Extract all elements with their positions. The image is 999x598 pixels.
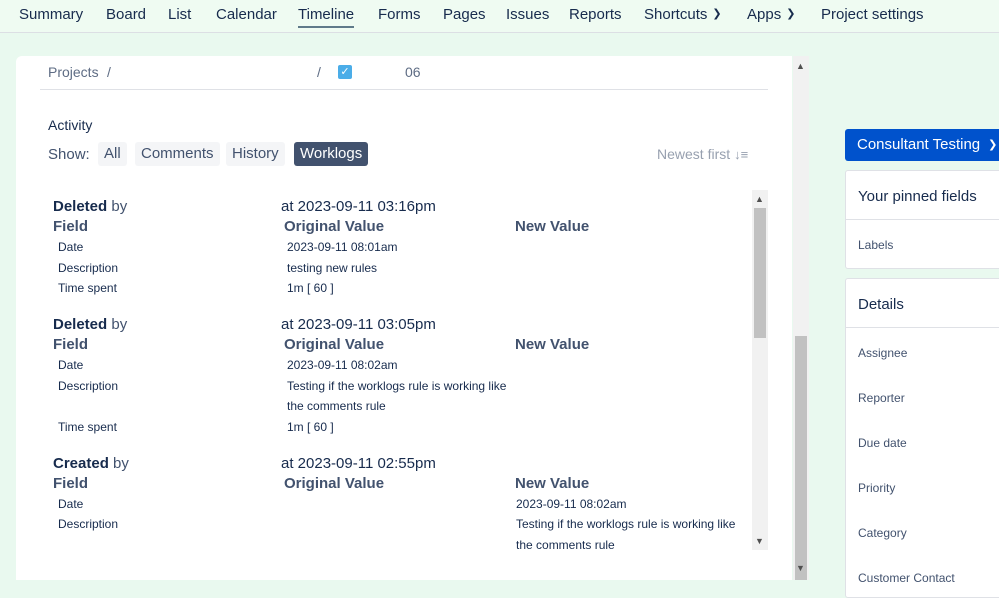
details-heading[interactable]: Details <box>858 296 904 313</box>
nav-summary[interactable]: Summary <box>19 6 83 23</box>
scroll-up-arrow-icon[interactable]: ▲ <box>796 61 805 71</box>
history-timestamp: at 2023-09-11 03:16pm <box>281 198 436 215</box>
breadcrumb-separator: / <box>107 64 111 80</box>
original-value: 2023-09-11 08:01am <box>287 237 398 257</box>
filter-all-button[interactable]: All <box>98 142 127 166</box>
breadcrumb-separator: / <box>317 64 321 80</box>
status-dropdown-button[interactable]: Consultant Testing ❯ <box>845 129 999 161</box>
history-timestamp: at 2023-09-11 03:05pm <box>281 316 436 333</box>
original-value: Testing if the worklogs rule is working … <box>287 376 506 396</box>
original-value-column-header: Original Value <box>284 218 384 235</box>
by-label: by <box>111 198 127 215</box>
action-type: Created <box>53 455 109 472</box>
sort-order-label: Newest first <box>657 146 730 162</box>
project-navigation: Summary Board List Calendar Timeline For… <box>0 0 999 33</box>
nav-shortcuts[interactable]: Shortcuts ❯ <box>644 6 722 23</box>
nav-board[interactable]: Board <box>106 6 146 23</box>
by-label: by <box>111 316 127 333</box>
history-action: Deleted by <box>53 316 127 333</box>
field-column-header: Field <box>53 336 88 353</box>
worklog-history-list[interactable]: Deleted by at 2023-09-11 03:16pm Field O… <box>40 190 752 552</box>
pinned-fields-card: Your pinned fields Labels <box>845 170 999 269</box>
nav-project-settings[interactable]: Project settings <box>821 6 924 23</box>
chevron-down-icon: ❯ <box>988 139 997 151</box>
divider <box>40 89 768 90</box>
nav-issues[interactable]: Issues <box>506 6 549 23</box>
field-label-priority: Priority <box>858 481 895 495</box>
field-name: Time spent <box>58 417 117 437</box>
field-name: Description <box>58 258 118 278</box>
activity-heading: Activity <box>48 117 92 133</box>
history-scrollbar[interactable] <box>752 190 768 550</box>
nav-shortcuts-label: Shortcuts <box>644 6 707 23</box>
status-label: Consultant Testing <box>857 136 980 153</box>
filter-comments-button[interactable]: Comments <box>135 142 220 166</box>
filter-worklogs-button[interactable]: Worklogs <box>294 142 368 166</box>
sort-descending-icon: ↓≡ <box>734 147 748 162</box>
field-column-header: Field <box>53 218 88 235</box>
main-scrollbar-thumb[interactable] <box>795 336 807 580</box>
original-value: testing new rules <box>287 258 377 278</box>
field-column-header: Field <box>53 475 88 492</box>
field-name: Description <box>58 514 118 534</box>
new-value-column-header: New Value <box>515 475 589 492</box>
field-name: Description <box>58 376 118 396</box>
original-value: the comments rule <box>287 396 386 416</box>
scroll-down-arrow-icon[interactable]: ▼ <box>796 563 805 573</box>
divider <box>846 327 999 328</box>
new-value: Testing if the worklogs rule is working … <box>516 514 735 534</box>
history-action: Deleted by <box>53 198 127 215</box>
sort-order-button[interactable]: Newest first ↓≡ <box>657 146 748 162</box>
original-value-column-header: Original Value <box>284 336 384 353</box>
original-value: 1m [ 60 ] <box>287 278 334 298</box>
original-value: 1m [ 60 ] <box>287 417 334 437</box>
nav-apps[interactable]: Apps ❯ <box>747 6 795 23</box>
action-type: Deleted <box>53 316 107 333</box>
field-name: Date <box>58 355 83 375</box>
show-label: Show: <box>48 146 90 163</box>
nav-pages[interactable]: Pages <box>443 6 486 23</box>
history-action: Created by <box>53 455 129 472</box>
breadcrumb-issue-key[interactable]: 06 <box>405 64 421 80</box>
new-value-column-header: New Value <box>515 218 589 235</box>
original-value: 2023-09-11 08:02am <box>287 355 398 375</box>
history-timestamp: at 2023-09-11 02:55pm <box>281 455 436 472</box>
action-type: Deleted <box>53 198 107 215</box>
nav-timeline[interactable]: Timeline <box>298 6 354 28</box>
nav-reports[interactable]: Reports <box>569 6 622 23</box>
new-value-column-header: New Value <box>515 336 589 353</box>
by-label: by <box>113 455 129 472</box>
main-scrollbar[interactable] <box>793 56 809 580</box>
history-scrollbar-thumb[interactable] <box>754 208 766 338</box>
nav-forms[interactable]: Forms <box>378 6 421 23</box>
original-value-column-header: Original Value <box>284 475 384 492</box>
divider <box>846 219 999 220</box>
field-label-customer-contact: Customer Contact <box>858 571 955 585</box>
field-name: Time spent <box>58 278 117 298</box>
chevron-down-icon: ❯ <box>786 8 795 20</box>
nav-apps-label: Apps <box>747 6 781 23</box>
field-label-labels: Labels <box>858 238 893 252</box>
scroll-up-arrow-icon[interactable]: ▲ <box>755 194 764 204</box>
field-name: Date <box>58 237 83 257</box>
details-card: Details Assignee Reporter Due date Prior… <box>845 278 999 598</box>
field-label-reporter: Reporter <box>858 391 905 405</box>
nav-list[interactable]: List <box>168 6 191 23</box>
field-name: Date <box>58 494 83 514</box>
field-label-due-date: Due date <box>858 436 907 450</box>
filter-history-button[interactable]: History <box>226 142 285 166</box>
new-value: 2023-09-11 08:02am <box>516 494 627 514</box>
pinned-fields-heading[interactable]: Your pinned fields <box>858 188 977 205</box>
field-label-assignee: Assignee <box>858 346 907 360</box>
scroll-down-arrow-icon[interactable]: ▼ <box>755 536 764 546</box>
nav-calendar[interactable]: Calendar <box>216 6 277 23</box>
field-label-category: Category <box>858 526 907 540</box>
new-value: the comments rule <box>516 535 615 552</box>
chevron-down-icon: ❯ <box>712 8 721 20</box>
breadcrumb-projects[interactable]: Projects <box>48 64 99 80</box>
checkbox-icon: ✓ <box>338 65 352 79</box>
